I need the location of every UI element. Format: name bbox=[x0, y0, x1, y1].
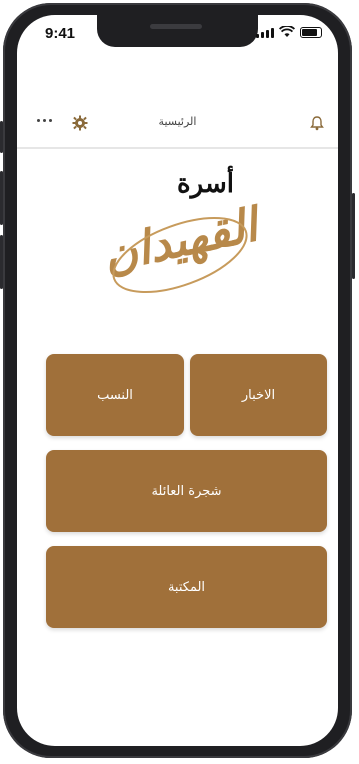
status-time: 9:41 bbox=[45, 25, 76, 42]
speaker bbox=[150, 24, 202, 29]
logo-swirl bbox=[112, 217, 248, 293]
signal-icon bbox=[256, 28, 274, 38]
family-logo: أسرة القهيدان bbox=[95, 165, 265, 305]
volume-down-button bbox=[0, 235, 3, 289]
phone-frame: 9:41 الرئيسية أسرة القهيدان الاخبار النس… bbox=[0, 3, 355, 758]
library-button[interactable]: المكتبة bbox=[46, 546, 327, 628]
screen: 9:41 الرئيسية أسرة القهيدان الاخبار النس… bbox=[17, 15, 338, 746]
family-tree-button[interactable]: شجرة العائلة bbox=[46, 450, 327, 532]
power-button bbox=[352, 193, 355, 279]
wifi-icon bbox=[279, 26, 295, 37]
lineage-button[interactable]: النسب bbox=[46, 354, 184, 436]
silent-switch bbox=[0, 121, 3, 153]
status-icons bbox=[256, 26, 322, 38]
app-header: الرئيسية bbox=[17, 105, 338, 149]
battery-icon bbox=[300, 27, 322, 38]
page-title: الرئيسية bbox=[158, 115, 197, 128]
volume-up-button bbox=[0, 171, 3, 225]
notch bbox=[97, 15, 258, 47]
news-button[interactable]: الاخبار bbox=[190, 354, 327, 436]
bell-icon[interactable] bbox=[310, 115, 324, 131]
